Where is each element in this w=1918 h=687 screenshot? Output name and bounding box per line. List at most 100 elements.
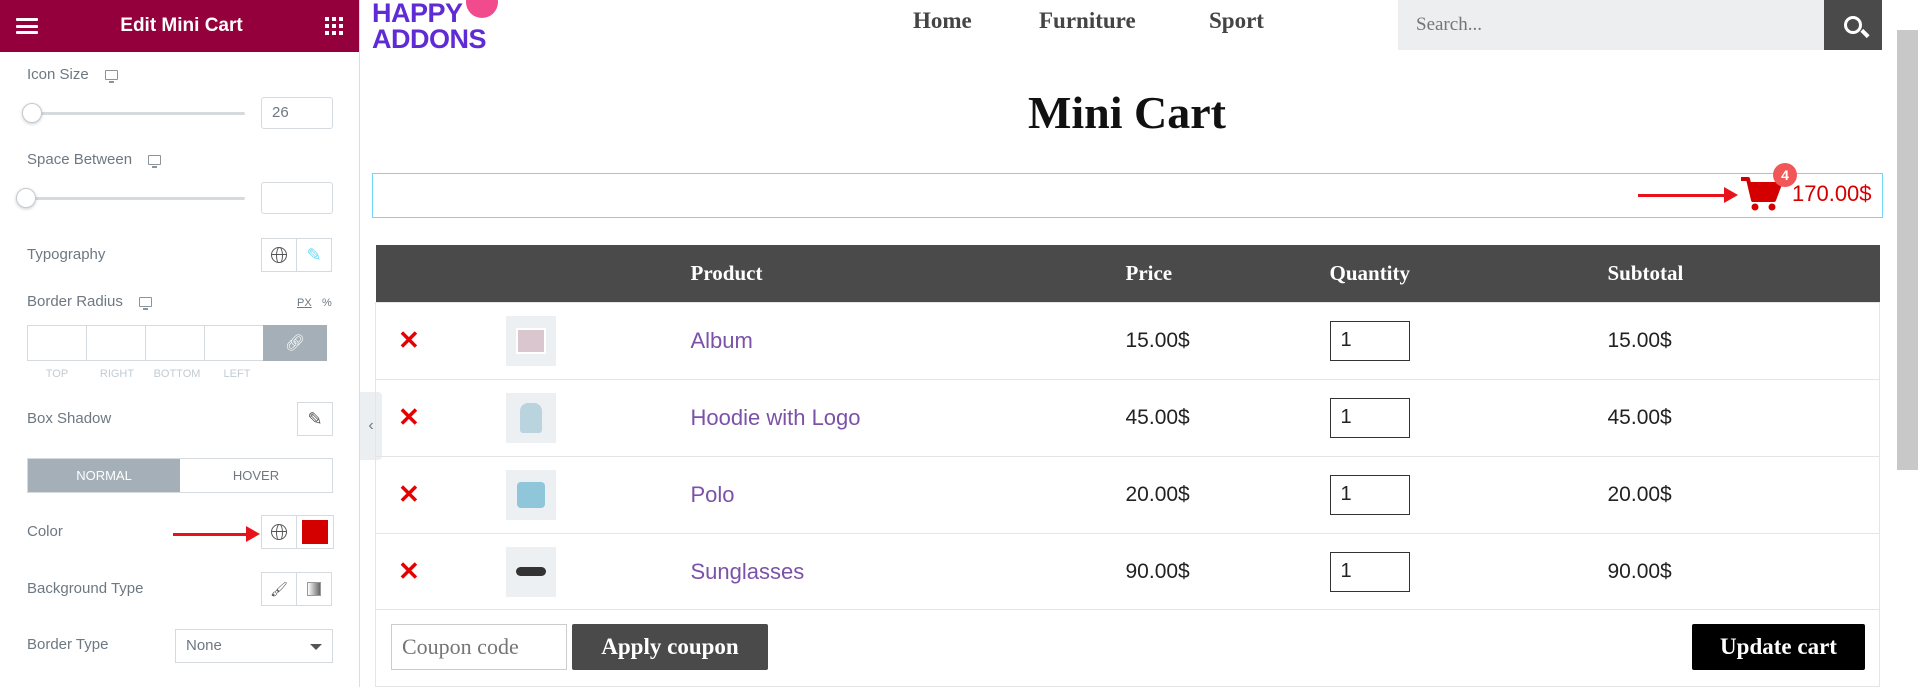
quantity-input[interactable]: [1329, 551, 1410, 592]
remove-item-icon[interactable]: ✕: [376, 402, 420, 432]
nav-sport[interactable]: Sport: [1209, 8, 1264, 34]
space-between-input[interactable]: [261, 182, 333, 214]
box-shadow-label: Box Shadow: [27, 410, 112, 427]
quantity-input[interactable]: [1329, 320, 1410, 361]
page-title: Mini Cart: [1027, 87, 1226, 138]
background-classic-button[interactable]: 🖌︎: [261, 572, 297, 606]
border-radius-label: Border Radius: [27, 293, 152, 310]
item-price: 90.00$: [1125, 532, 1330, 610]
responsive-desktop-icon[interactable]: [138, 296, 152, 310]
responsive-desktop-icon[interactable]: [148, 154, 162, 168]
page-scrollbar[interactable]: [1897, 30, 1918, 470]
update-cart-button[interactable]: Update cart: [1692, 624, 1865, 670]
item-price: 45.00$: [1125, 378, 1330, 456]
pencil-icon: ✎: [306, 244, 322, 265]
color-picker-swatch[interactable]: [296, 515, 334, 549]
border-type-select[interactable]: None: [175, 629, 333, 663]
background-type-label: Background Type: [27, 580, 144, 597]
icon-size-slider-handle[interactable]: [22, 103, 42, 123]
remove-item-icon[interactable]: ✕: [376, 325, 420, 355]
table-row: ✕ Sunglasses 90.00$ 90.00$: [375, 532, 1880, 610]
product-link[interactable]: Album: [691, 328, 753, 353]
space-between-slider-handle[interactable]: [16, 188, 36, 208]
globe-icon: [271, 247, 287, 263]
tab-hover[interactable]: HOVER: [180, 459, 332, 492]
panel-title: Edit Mini Cart: [120, 15, 243, 36]
icon-size-input[interactable]: 26: [261, 97, 333, 129]
item-price: 20.00$: [1125, 455, 1330, 533]
panel-header: Edit Mini Cart: [0, 0, 359, 52]
quantity-input[interactable]: [1329, 397, 1410, 438]
globe-icon: [271, 524, 287, 540]
state-tabs: NORMAL HOVER: [27, 458, 333, 493]
annotation-arrow: [173, 526, 260, 542]
search-input[interactable]: [1398, 0, 1824, 50]
header-quantity: Quantity: [1329, 260, 1411, 285]
gradient-icon: [307, 582, 321, 596]
item-subtotal: 90.00$: [1607, 532, 1880, 610]
table-row: ✕ Album 15.00$ 15.00$: [375, 301, 1880, 379]
side-label: RIGHT: [99, 368, 135, 380]
table-row: ✕ Polo 20.00$ 20.00$: [375, 455, 1880, 533]
hoodie-icon[interactable]: [505, 392, 556, 443]
header-remove: [376, 245, 506, 302]
remove-item-icon[interactable]: ✕: [376, 556, 420, 586]
chevron-left-icon: ‹: [368, 417, 374, 434]
unit-px[interactable]: PX: [297, 297, 312, 309]
border-radius-left-input[interactable]: [204, 325, 264, 361]
nav-home[interactable]: Home: [913, 8, 972, 34]
tab-normal[interactable]: NORMAL: [28, 459, 180, 492]
header-subtotal: Subtotal: [1607, 260, 1684, 285]
typography-label: Typography: [27, 246, 106, 263]
apply-coupon-button[interactable]: Apply coupon: [572, 624, 768, 670]
table-header-row: Product Price Quantity Subtotal: [375, 245, 1880, 302]
header-product: Product: [690, 260, 763, 285]
search-icon: [1844, 16, 1862, 34]
header-price: Price: [1125, 260, 1173, 285]
remove-item-icon[interactable]: ✕: [376, 479, 420, 509]
color-label: Color: [27, 523, 63, 540]
menu-icon[interactable]: [16, 18, 38, 34]
link-icon: 🔗︎: [284, 335, 306, 352]
unit-percent[interactable]: %: [322, 297, 332, 309]
side-label: TOP: [45, 368, 69, 380]
icon-size-slider-track[interactable]: [27, 112, 245, 115]
color-swatch: [302, 520, 328, 544]
coupon-code-input[interactable]: [391, 624, 567, 670]
side-label: BOTTOM: [153, 368, 201, 380]
product-link[interactable]: Sunglasses: [691, 559, 805, 584]
table-row: ✕ Hoodie with Logo 45.00$ 45.00$: [375, 378, 1880, 456]
item-subtotal: 15.00$: [1607, 301, 1880, 379]
global-typography-button[interactable]: [261, 238, 297, 272]
product-link[interactable]: Polo: [691, 482, 735, 507]
pencil-icon: ✎: [307, 408, 323, 429]
album-icon[interactable]: [505, 315, 556, 366]
quantity-input[interactable]: [1329, 474, 1410, 515]
item-subtotal: 20.00$: [1607, 455, 1880, 533]
header-thumbnail: [506, 245, 691, 302]
brush-icon: 🖌︎: [270, 580, 288, 597]
search-button[interactable]: [1824, 0, 1882, 50]
polo-shirt-icon[interactable]: [505, 469, 556, 520]
edit-box-shadow-button[interactable]: ✎: [297, 402, 333, 436]
border-radius-inputs: 🔗︎: [27, 325, 333, 361]
icon-size-label: Icon Size: [27, 66, 118, 83]
happy-addons-logo[interactable]: HAPPY ADDONS: [372, 0, 498, 53]
border-radius-side-labels: TOP RIGHT BOTTOM LEFT: [27, 368, 271, 380]
item-subtotal: 45.00$: [1607, 378, 1880, 456]
link-values-button[interactable]: 🔗︎: [263, 325, 327, 361]
background-gradient-button[interactable]: [296, 572, 332, 606]
edit-typography-button[interactable]: ✎: [296, 238, 332, 272]
sunglasses-icon[interactable]: [505, 546, 556, 597]
product-link[interactable]: Hoodie with Logo: [691, 405, 861, 430]
cart-total[interactable]: 170.00$: [1792, 181, 1872, 207]
border-radius-top-input[interactable]: [27, 325, 87, 361]
global-color-button[interactable]: [261, 515, 297, 549]
widgets-grid-icon[interactable]: [324, 17, 343, 35]
border-radius-bottom-input[interactable]: [145, 325, 205, 361]
item-price: 15.00$: [1125, 301, 1330, 379]
nav-furniture[interactable]: Furniture: [1039, 8, 1136, 34]
responsive-desktop-icon[interactable]: [104, 69, 118, 83]
space-between-slider-track[interactable]: [27, 197, 245, 200]
border-radius-right-input[interactable]: [86, 325, 146, 361]
